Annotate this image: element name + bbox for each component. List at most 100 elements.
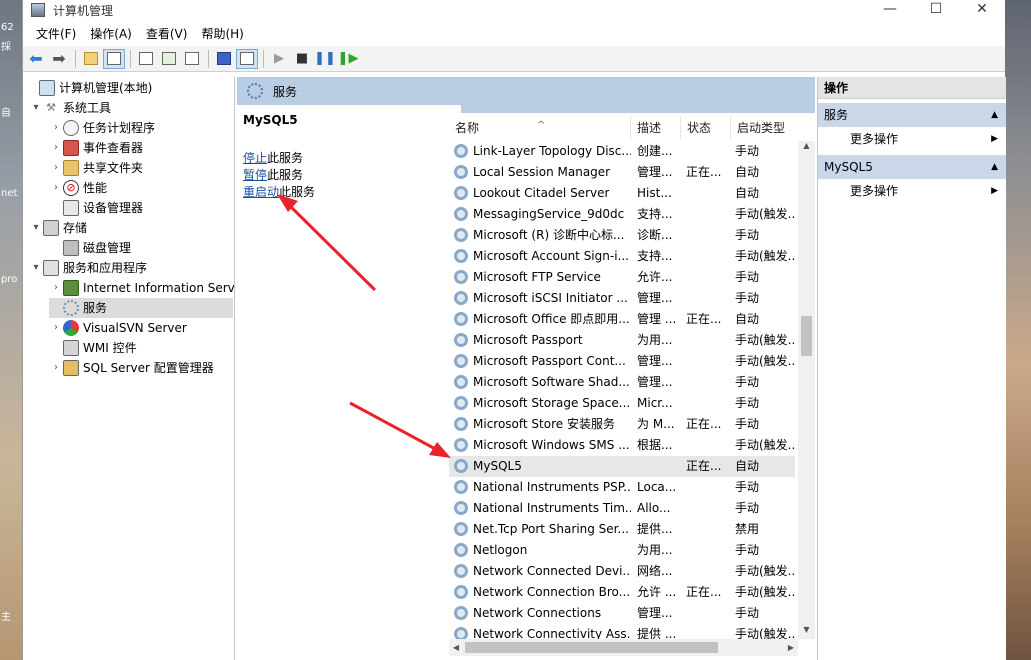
- chevron-right-icon[interactable]: ›: [49, 358, 63, 378]
- stop-service-link[interactable]: 停止: [243, 151, 267, 165]
- service-startup-type: 手动: [735, 396, 760, 410]
- tree-item-wmi[interactable]: WMI 控件: [49, 338, 137, 358]
- tree-item-visualsvn[interactable]: › VisualSVN Server: [49, 318, 187, 338]
- collapse-up-icon[interactable]: ▲: [991, 155, 998, 179]
- close-button[interactable]: ✕: [959, 0, 1005, 20]
- menu-file[interactable]: 文件(F): [29, 25, 83, 42]
- chevron-right-icon[interactable]: ›: [49, 158, 63, 178]
- actions-section-mysql5[interactable]: MySQL5 ▲: [818, 155, 1006, 179]
- service-row[interactable]: Microsoft Passport Cont... 管理... 手动(触发...: [449, 351, 795, 372]
- properties-button[interactable]: [135, 49, 157, 69]
- maximize-button[interactable]: ☐: [913, 0, 959, 20]
- service-row[interactable]: Microsoft Office 即点即用... 管理 ... 正在... 自动: [449, 309, 795, 330]
- service-row[interactable]: Network Connected Devi... 网络... 手动(触发...: [449, 561, 795, 582]
- export-icon: [185, 52, 199, 65]
- column-header-description[interactable]: 描述: [631, 117, 681, 139]
- resume-service-button[interactable]: ❚▶: [337, 49, 359, 69]
- service-row[interactable]: Microsoft Passport 为用... 手动(触发...: [449, 330, 795, 351]
- chevron-right-icon[interactable]: ›: [49, 178, 63, 198]
- tree-item-performance[interactable]: › ⊘ 性能: [49, 178, 107, 198]
- stop-service-button[interactable]: ■: [291, 49, 313, 69]
- service-row[interactable]: MySQL5 正在... 自动: [449, 456, 795, 477]
- column-header-status[interactable]: 状态: [681, 117, 731, 139]
- chevron-down-icon[interactable]: ▾: [29, 218, 43, 238]
- service-row[interactable]: Microsoft Storage Space... Micr... 手动: [449, 393, 795, 414]
- service-row[interactable]: MessagingService_9d0dc 支持... 手动(触发...: [449, 204, 795, 225]
- more-actions-services[interactable]: 更多操作 ▶: [818, 127, 1006, 151]
- service-row[interactable]: Microsoft Windows SMS ... 根据... 手动(触发...: [449, 435, 795, 456]
- chevron-right-icon[interactable]: ›: [49, 138, 63, 158]
- tree-item-event-viewer[interactable]: › 事件查看器: [49, 138, 143, 158]
- start-service-button[interactable]: ▶: [268, 49, 290, 69]
- pause-service-button[interactable]: ❚❚: [314, 49, 336, 69]
- chevron-down-icon[interactable]: ▾: [29, 258, 43, 278]
- service-row[interactable]: Lookout Citadel Server Hist... 自动: [449, 183, 795, 204]
- tree-item-label: Internet Information Serv: [83, 281, 235, 295]
- service-row[interactable]: Microsoft FTP Service 允许... 手动: [449, 267, 795, 288]
- back-button[interactable]: ⬅: [25, 49, 47, 69]
- service-row[interactable]: National Instruments PSP... Loca... 手动: [449, 477, 795, 498]
- service-gear-icon: [454, 312, 468, 326]
- column-header-name[interactable]: 名称 ^: [449, 117, 631, 139]
- service-row[interactable]: Local Session Manager 管理... 正在... 自动: [449, 162, 795, 183]
- service-startup-type: 手动(触发...: [735, 249, 795, 263]
- chevron-right-icon[interactable]: ›: [49, 318, 63, 338]
- horizontal-scrollbar[interactable]: ◀ ▶: [449, 639, 798, 656]
- chevron-right-icon[interactable]: ›: [49, 278, 63, 298]
- service-startup-type: 自动: [735, 165, 760, 179]
- show-hide-tree-button[interactable]: [103, 48, 125, 69]
- up-folder-button[interactable]: [80, 49, 102, 69]
- service-description: Hist...: [637, 186, 672, 200]
- tree-item-device-manager[interactable]: 设备管理器: [49, 198, 143, 218]
- service-row[interactable]: Microsoft Account Sign-i... 支持... 手动(触发...: [449, 246, 795, 267]
- vertical-scrollbar[interactable]: ▲ ▼: [798, 141, 815, 639]
- forward-button[interactable]: ➡: [48, 49, 70, 69]
- service-row[interactable]: National Instruments Tim... Allo... 手动: [449, 498, 795, 519]
- service-row[interactable]: Link-Layer Topology Disc... 创建... 手动: [449, 141, 795, 162]
- more-actions-mysql5[interactable]: 更多操作 ▶: [818, 179, 1006, 203]
- tree-item-sql-server-config[interactable]: › SQL Server 配置管理器: [49, 358, 214, 378]
- tree-item-shared-folders[interactable]: › 共享文件夹: [49, 158, 143, 178]
- actions-pane: 操作 服务 ▲ 更多操作 ▶ MySQL5 ▲ 更多操作 ▶: [817, 77, 1006, 660]
- service-row[interactable]: Network Connections 管理... 手动: [449, 603, 795, 624]
- service-row[interactable]: Microsoft iSCSI Initiator ... 管理... 手动: [449, 288, 795, 309]
- scroll-right-icon[interactable]: ▶: [784, 639, 798, 656]
- tree-item-iis[interactable]: › Internet Information Serv: [49, 278, 235, 298]
- tree-item-task-scheduler[interactable]: › 任务计划程序: [49, 118, 155, 138]
- tree-item-storage[interactable]: ▾ 存储: [29, 218, 87, 238]
- scroll-down-icon[interactable]: ▼: [798, 625, 815, 639]
- service-row[interactable]: Network Connection Bro... 允许 ... 正在... 手动(触…: [449, 582, 795, 603]
- help-button[interactable]: [213, 49, 235, 69]
- refresh-button[interactable]: [158, 49, 180, 69]
- service-row[interactable]: Microsoft Store 安装服务 为 M... 正在... 手动: [449, 414, 795, 435]
- tree-item-services[interactable]: 服务: [49, 298, 233, 318]
- service-row[interactable]: Microsoft Software Shad... 管理... 手动: [449, 372, 795, 393]
- actions-section-services[interactable]: 服务 ▲: [818, 103, 1006, 127]
- service-row[interactable]: Netlogon 为用... 手动: [449, 540, 795, 561]
- menu-view[interactable]: 查看(V): [139, 25, 195, 42]
- service-gear-icon: [454, 396, 468, 410]
- chevron-right-icon[interactable]: ›: [49, 118, 63, 138]
- tree-item-system-tools[interactable]: ▾ ⚒ 系统工具: [29, 98, 111, 118]
- scroll-up-icon[interactable]: ▲: [798, 141, 815, 155]
- menu-action[interactable]: 操作(A): [83, 25, 139, 42]
- tree-item-computer-management[interactable]: 计算机管理(本地): [25, 78, 152, 98]
- show-action-pane-button[interactable]: [236, 48, 258, 69]
- minimize-button[interactable]: —: [867, 0, 913, 20]
- service-row[interactable]: Microsoft (R) 诊断中心标... 诊断... 手动: [449, 225, 795, 246]
- pause-service-link[interactable]: 暂停: [243, 168, 267, 182]
- horizontal-scroll-thumb[interactable]: [465, 642, 718, 653]
- export-list-button[interactable]: [181, 49, 203, 69]
- scroll-left-icon[interactable]: ◀: [449, 639, 463, 656]
- chevron-down-icon[interactable]: ▾: [29, 98, 43, 118]
- vertical-scroll-thumb[interactable]: [801, 316, 812, 356]
- column-header-startup-type[interactable]: 启动类型: [731, 117, 795, 139]
- restart-service-link[interactable]: 重启动: [243, 185, 279, 199]
- menu-help[interactable]: 帮助(H): [194, 25, 250, 42]
- collapse-up-icon[interactable]: ▲: [991, 103, 998, 127]
- tree-item-disk-management[interactable]: 磁盘管理: [49, 238, 131, 258]
- iis-icon: [63, 280, 79, 296]
- desktop-label: 自: [1, 108, 11, 119]
- tree-item-services-and-applications[interactable]: ▾ 服务和应用程序: [29, 258, 147, 278]
- service-row[interactable]: Net.Tcp Port Sharing Ser... 提供... 禁用: [449, 519, 795, 540]
